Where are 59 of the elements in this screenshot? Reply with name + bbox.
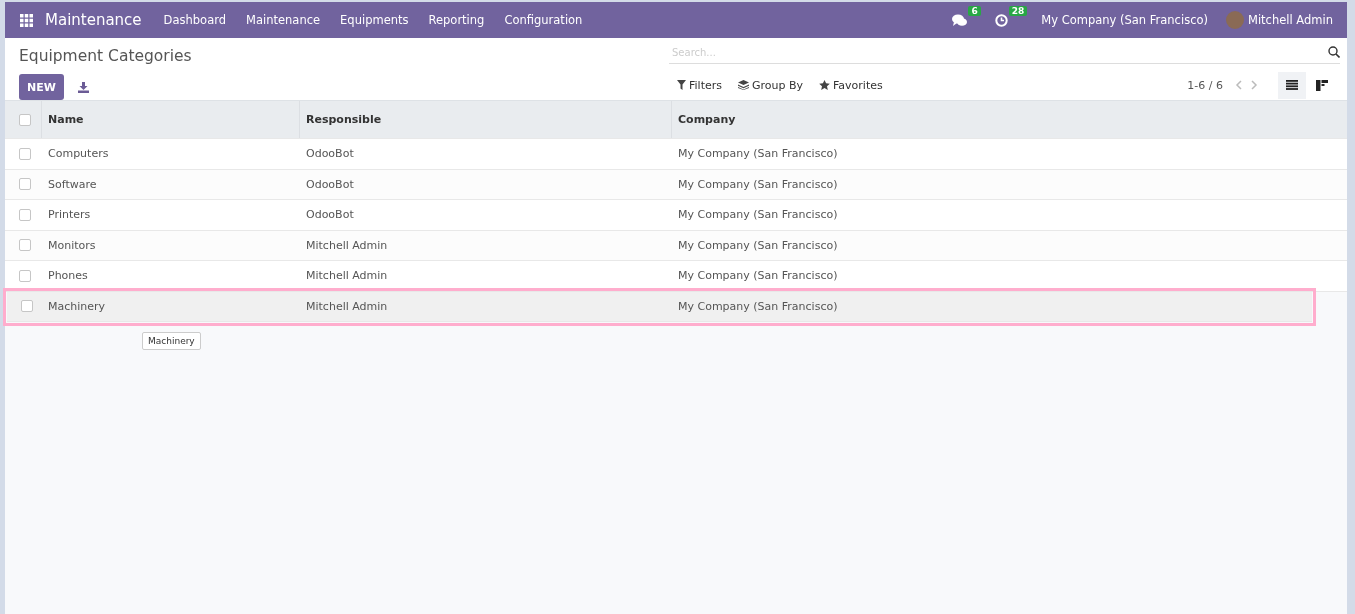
table-cell-text: My Company (San Francisco): [677, 238, 839, 252]
table-cell-text: My Company (San Francisco): [677, 299, 839, 313]
message-count-badge: 6: [968, 5, 981, 16]
layers-icon: [738, 80, 749, 90]
page-title: Equipment Categories: [19, 47, 193, 65]
menu-item[interactable]: Equipments: [330, 13, 419, 27]
funnel-icon: [677, 80, 686, 90]
menu-item[interactable]: Maintenance: [236, 13, 331, 27]
app-grid-icon[interactable]: [20, 13, 33, 27]
table-cell-text: My Company (San Francisco): [677, 269, 839, 283]
row-checkbox[interactable]: [19, 269, 31, 282]
previous-page-icon[interactable]: [1235, 80, 1242, 90]
column-header[interactable]: Responsible: [306, 113, 382, 126]
star-icon: [819, 80, 831, 90]
list-view-button[interactable]: [1278, 71, 1306, 99]
row-checkbox[interactable]: [19, 208, 31, 221]
row-checkbox[interactable]: [21, 300, 33, 313]
user-menu[interactable]: Mitchell Admin: [1248, 13, 1333, 27]
row-checkbox[interactable]: [19, 113, 31, 126]
table-cell-text: My Company (San Francisco): [677, 147, 839, 161]
column-header[interactable]: Name: [48, 113, 84, 126]
clock-icon[interactable]: [994, 13, 1008, 27]
tooltip: Machinery: [142, 332, 201, 350]
table-cell-text: Mitchell Admin: [305, 238, 389, 252]
chat-bubbles-icon[interactable]: [952, 13, 968, 27]
table-cell-text: Mitchell Admin: [305, 299, 389, 313]
table-cell-text: Phones: [47, 269, 89, 283]
next-page-icon[interactable]: [1251, 80, 1258, 90]
app-name[interactable]: Maintenance: [45, 11, 142, 29]
table-cell-text: OdooBot: [305, 208, 355, 222]
table-cell-text: My Company (San Francisco): [677, 208, 839, 222]
search-option[interactable]: Filters: [677, 78, 722, 92]
table-cell-text: OdooBot: [305, 147, 355, 161]
search-option[interactable]: Group By: [738, 78, 804, 92]
table-cell-text: Software: [47, 177, 98, 191]
row-checkbox[interactable]: [19, 178, 31, 191]
user-avatar[interactable]: [1226, 11, 1244, 29]
table-cell-text: My Company (San Francisco): [677, 177, 839, 191]
pager-value: 1-6 / 6: [1187, 78, 1223, 92]
table-cell-text: Machinery: [47, 299, 107, 313]
new-button[interactable]: NEW: [19, 74, 64, 100]
row-checkbox[interactable]: [19, 239, 31, 252]
activity-count-badge: 28: [1008, 5, 1028, 16]
search-option[interactable]: Favorites: [819, 78, 883, 92]
download-icon[interactable]: [77, 81, 89, 93]
table-cell-text: Computers: [47, 147, 110, 161]
kanban-view-icon: [1316, 79, 1328, 91]
table-cell-text: Monitors: [47, 238, 97, 252]
menu-item[interactable]: Configuration: [494, 13, 593, 27]
list-view-icon: [1286, 80, 1298, 90]
table-cell-text: OdooBot: [305, 177, 355, 191]
row-checkbox[interactable]: [19, 147, 31, 160]
menu-item[interactable]: Dashboard: [153, 13, 236, 27]
table-cell-text: Printers: [47, 208, 92, 222]
table-cell-text: Mitchell Admin: [305, 269, 389, 283]
company-switcher[interactable]: My Company (San Francisco): [1041, 13, 1208, 27]
search-icon[interactable]: [1328, 46, 1340, 58]
column-header[interactable]: Company: [678, 113, 736, 126]
menu-item[interactable]: Reporting: [418, 13, 495, 27]
